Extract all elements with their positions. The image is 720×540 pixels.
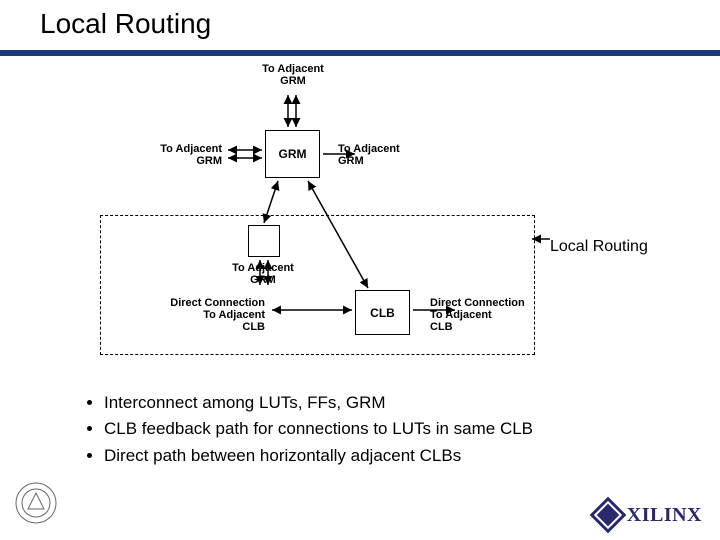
- xilinx-logo-text: XILINX: [627, 504, 702, 527]
- seal-icon: [12, 479, 60, 532]
- routing-diagram: GRM CLB To Adjacent GRM To Adjacent GRM …: [100, 65, 620, 365]
- xilinx-diamond-icon: [589, 497, 626, 534]
- slide-title: Local Routing: [40, 8, 211, 40]
- bullet-list: Interconnect among LUTs, FFs, GRM CLB fe…: [80, 390, 533, 469]
- slide: Local Routing GRM CLB To Adjacent GRM To…: [0, 0, 720, 540]
- bullet-item: CLB feedback path for connections to LUT…: [104, 416, 533, 442]
- bullet-item: Direct path between horizontally adjacen…: [104, 443, 533, 469]
- xilinx-logo: XILINX: [595, 502, 702, 528]
- bullet-item: Interconnect among LUTs, FFs, GRM: [104, 390, 533, 416]
- title-underline: [0, 50, 720, 56]
- callout-local-routing: Local Routing: [550, 238, 648, 256]
- wires: [100, 65, 620, 365]
